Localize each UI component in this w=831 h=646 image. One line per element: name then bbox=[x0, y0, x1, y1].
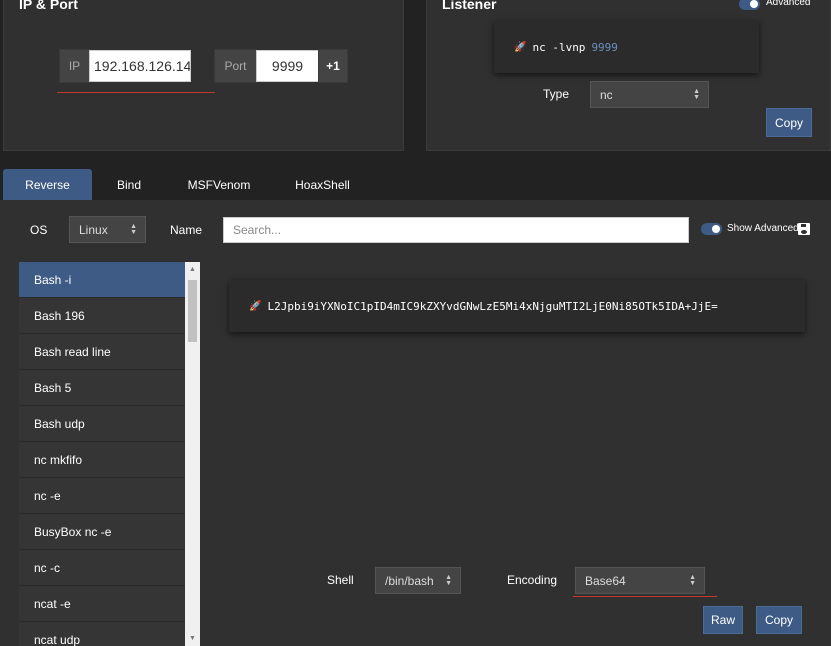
listener-command: nc -lvnp bbox=[532, 40, 586, 54]
list-item[interactable]: Bash 196 bbox=[19, 298, 185, 334]
shell-list: Bash -i Bash 196 Bash read line Bash 5 B… bbox=[19, 262, 185, 646]
listener-command-box: 🚀 nc -lvnp 9999 bbox=[494, 21, 759, 73]
select-caret-icon: ▲ ▼ bbox=[130, 222, 137, 236]
tab-msfvenom[interactable]: MSFVenom bbox=[178, 169, 260, 200]
select-caret-icon: ▲ ▼ bbox=[689, 573, 696, 587]
payload-text: L2Jpbi9iYXNoIC1pID4mIC9kZXYvdGNwLzE5Mi4x… bbox=[267, 299, 718, 313]
advanced-label: Advanced bbox=[766, 0, 811, 8]
name-label: Name bbox=[170, 223, 203, 237]
port-increment-button[interactable]: +1 bbox=[318, 49, 348, 83]
list-item[interactable]: ncat udp bbox=[19, 622, 185, 646]
port-label: Port bbox=[214, 49, 257, 83]
scroll-down-icon[interactable]: ▼ bbox=[185, 631, 200, 646]
payload-copy-button[interactable]: Copy bbox=[756, 606, 802, 634]
list-item[interactable]: Bash read line bbox=[19, 334, 185, 370]
shell-label: Shell bbox=[327, 573, 354, 587]
select-caret-icon: ▲ ▼ bbox=[693, 87, 700, 101]
tab-bind[interactable]: Bind bbox=[100, 169, 158, 200]
ip-input-underline bbox=[57, 92, 215, 93]
shell-select-value: /bin/bash bbox=[385, 573, 434, 588]
encoding-label: Encoding bbox=[507, 573, 558, 587]
ip-input[interactable]: 192.168.126.14 bbox=[89, 50, 191, 82]
list-item[interactable]: nc -e bbox=[19, 478, 185, 514]
list-item[interactable]: Bash -i bbox=[19, 262, 185, 298]
list-item[interactable]: nc -c bbox=[19, 550, 185, 586]
show-advanced-toggle[interactable] bbox=[701, 223, 722, 235]
rocket-icon: 🚀 bbox=[249, 300, 262, 312]
advanced-toggle[interactable] bbox=[739, 0, 760, 10]
encoding-select[interactable]: Base64 ▲ ▼ bbox=[575, 567, 705, 594]
listener-copy-button[interactable]: Copy bbox=[766, 108, 812, 137]
list-item[interactable]: Bash udp bbox=[19, 406, 185, 442]
listener-title: Listener bbox=[442, 0, 497, 12]
scroll-up-icon[interactable]: ▲ bbox=[185, 262, 200, 277]
port-input[interactable]: 9999 bbox=[256, 50, 319, 82]
ip-port-title: IP & Port bbox=[19, 0, 78, 12]
type-select-value: nc bbox=[600, 87, 613, 102]
listener-command-port: 9999 bbox=[591, 40, 618, 54]
tab-hoaxshell[interactable]: HoaxShell bbox=[285, 169, 360, 200]
shell-list-scrollbar[interactable]: ▲ ▼ bbox=[185, 262, 200, 646]
list-item[interactable]: nc mkfifo bbox=[19, 442, 185, 478]
raw-button[interactable]: Raw bbox=[703, 606, 743, 634]
tab-reverse[interactable]: Reverse bbox=[3, 169, 92, 200]
type-label: Type bbox=[543, 87, 570, 101]
save-icon[interactable] bbox=[798, 223, 810, 235]
ip-label: IP bbox=[59, 49, 90, 83]
list-item[interactable]: ncat -e bbox=[19, 586, 185, 622]
search-input[interactable]: Search... bbox=[223, 217, 689, 243]
payload-output-box: 🚀 L2Jpbi9iYXNoIC1pID4mIC9kZXYvdGNwLzE5Mi… bbox=[229, 280, 805, 332]
encoding-select-value: Base64 bbox=[585, 573, 626, 588]
encoding-select-underline bbox=[573, 596, 717, 597]
os-select-value: Linux bbox=[79, 222, 108, 237]
rocket-icon: 🚀 bbox=[514, 41, 527, 53]
list-item[interactable]: BusyBox nc -e bbox=[19, 514, 185, 550]
shell-select[interactable]: /bin/bash ▲ ▼ bbox=[375, 567, 461, 594]
tab-bar: Reverse Bind MSFVenom HoaxShell bbox=[0, 169, 831, 200]
os-select[interactable]: Linux ▲ ▼ bbox=[69, 216, 146, 243]
type-select[interactable]: nc ▲ ▼ bbox=[590, 81, 709, 108]
show-advanced-label: Show Advanced bbox=[727, 223, 799, 234]
select-caret-icon: ▲ ▼ bbox=[445, 573, 452, 587]
scrollbar-thumb[interactable] bbox=[188, 280, 197, 342]
os-label: OS bbox=[30, 223, 48, 237]
list-item[interactable]: Bash 5 bbox=[19, 370, 185, 406]
